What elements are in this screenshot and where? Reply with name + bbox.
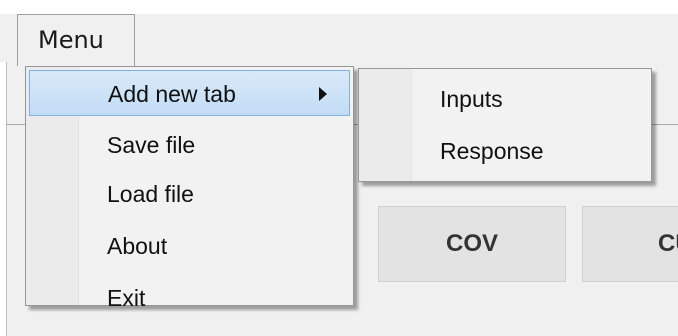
menu-item-save-file[interactable]: Save file bbox=[29, 122, 350, 168]
tab-cov-label: COV bbox=[445, 230, 498, 257]
submenu-item-response[interactable]: Response bbox=[362, 129, 648, 173]
menu-item-label: Add new tab bbox=[108, 81, 236, 107]
menu-dropdown: Add new tab Save file Load file About Ex… bbox=[25, 66, 354, 311]
menu-item-add-new-tab[interactable]: Add new tab bbox=[29, 70, 350, 116]
submenu-item-label: Inputs bbox=[440, 86, 503, 112]
menu-item-exit[interactable]: Exit bbox=[29, 275, 350, 321]
submenu-arrow-icon bbox=[319, 87, 327, 101]
menu-item-label: About bbox=[107, 233, 168, 259]
menu-item-about[interactable]: About bbox=[29, 223, 350, 269]
tab-cut[interactable]: CUT bbox=[582, 206, 678, 282]
panel-border-left bbox=[6, 62, 7, 336]
menu-button-label: Menu bbox=[38, 26, 104, 54]
menu-item-label: Load file bbox=[107, 181, 194, 207]
submenu-dropdown: Inputs Response bbox=[358, 68, 652, 182]
tab-cov[interactable]: COV bbox=[378, 206, 566, 282]
submenu-item-inputs[interactable]: Inputs bbox=[362, 77, 648, 121]
submenu-item-label: Response bbox=[440, 138, 544, 164]
menu-item-label: Exit bbox=[107, 285, 146, 311]
menu-button[interactable]: Menu bbox=[17, 14, 135, 66]
menu-item-label: Save file bbox=[107, 132, 196, 158]
application-window: COV CUT Menu Add new tab Save file Load … bbox=[0, 0, 678, 336]
tab-cut-label: CUT bbox=[658, 230, 678, 257]
menu-item-load-file[interactable]: Load file bbox=[29, 171, 350, 217]
